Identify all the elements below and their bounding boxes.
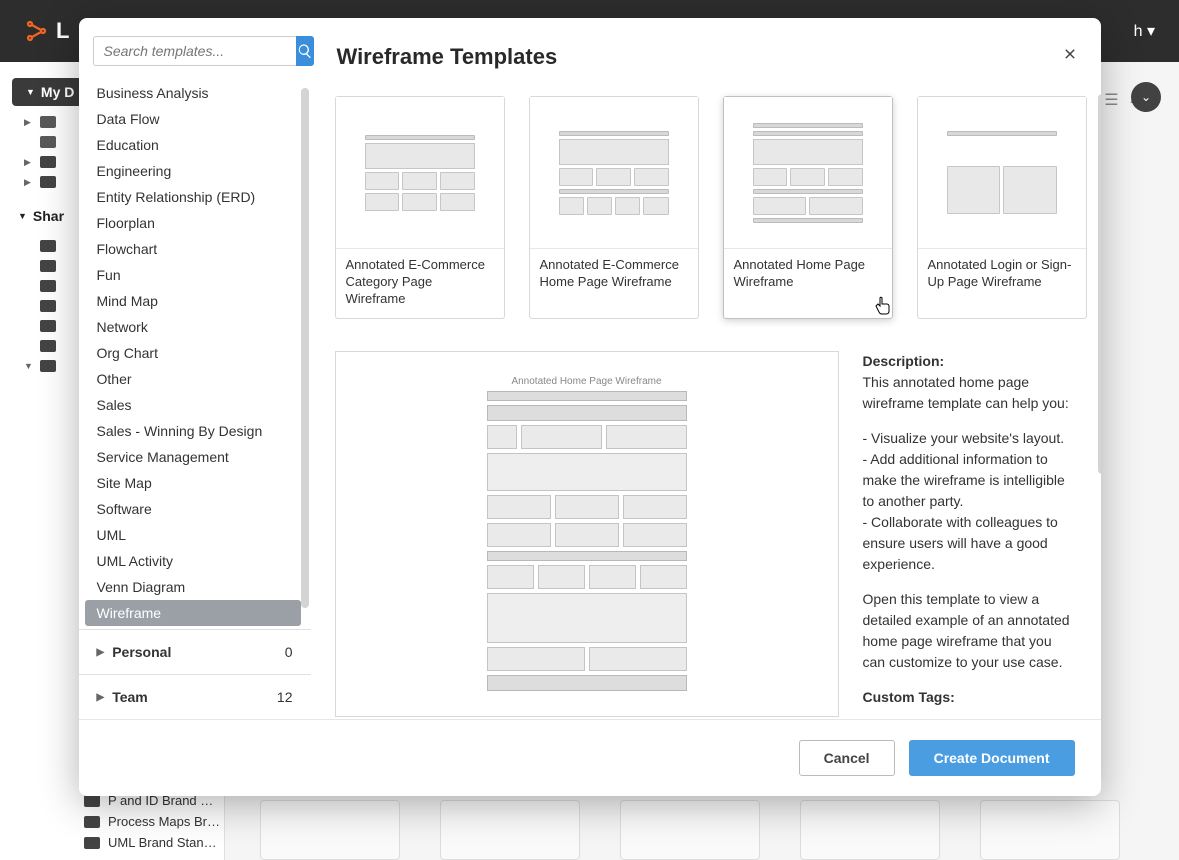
category-item[interactable]: Education [79,132,311,158]
category-item[interactable]: Venn Diagram [79,574,311,600]
create-document-button[interactable]: Create Document [909,740,1075,776]
modal-title: Wireframe Templates [337,44,558,70]
description-outro: Open this template to view a detailed ex… [863,589,1077,673]
description-intro: This annotated home page wireframe templ… [863,374,1069,411]
section-count: 12 [277,689,293,705]
modal-right-panel: Wireframe Templates Annotated E-Commerce… [311,18,1101,719]
modal-overlay: Business AnalysisData FlowEducationEngin… [0,0,1179,860]
template-thumbnail [724,97,892,249]
category-item[interactable]: UML Activity [79,548,311,574]
template-preview: Annotated Home Page Wireframe [335,351,839,717]
template-thumbnail [530,97,698,249]
category-item[interactable]: Data Flow [79,106,311,132]
custom-tags-label: Custom Tags: [863,689,955,705]
category-item[interactable]: iOS [79,626,311,629]
category-item[interactable]: Service Management [79,444,311,470]
section-label: Team [112,689,148,705]
category-item[interactable]: Engineering [79,158,311,184]
template-thumbnail [918,97,1086,249]
template-thumbnail [336,97,504,249]
template-name: Annotated E-Commerce Home Page Wireframe [530,249,698,301]
description-label: Description: [863,353,945,369]
template-card[interactable]: Annotated Login or Sign-Up Page Wirefram… [917,96,1087,319]
section-team[interactable]: ▶ Team 12 [79,674,311,719]
category-item[interactable]: Floorplan [79,210,311,236]
category-list: Business AnalysisData FlowEducationEngin… [79,80,311,629]
category-item[interactable]: Sales - Winning By Design [79,418,311,444]
wireframe-preview [487,391,687,691]
description-bullets: - Visualize your website's layout. - Add… [863,428,1077,575]
close-icon [1061,46,1079,64]
scrollbar[interactable] [1098,94,1101,474]
template-name: Annotated E-Commerce Category Page Wiref… [336,249,504,318]
template-name: Annotated Home Page Wireframe [724,249,892,301]
category-item[interactable]: Software [79,496,311,522]
cancel-button[interactable]: Cancel [799,740,895,776]
close-button[interactable] [1057,40,1083,74]
modal-footer: Cancel Create Document [79,719,1101,796]
category-item[interactable]: Other [79,366,311,392]
template-name: Annotated Login or Sign-Up Page Wirefram… [918,249,1086,301]
search-input[interactable] [93,36,296,66]
modal-left-panel: Business AnalysisData FlowEducationEngin… [79,18,311,719]
template-card[interactable]: Annotated Home Page Wireframe [723,96,893,319]
template-description: Description: This annotated home page wir… [863,351,1087,717]
category-item[interactable]: Flowchart [79,236,311,262]
category-item[interactable]: UML [79,522,311,548]
template-card[interactable]: Annotated E-Commerce Home Page Wireframe [529,96,699,319]
section-count: 0 [285,644,293,660]
template-card[interactable]: Annotated E-Commerce Category Page Wiref… [335,96,505,319]
category-item[interactable]: Business Analysis [79,80,311,106]
category-item[interactable]: Sales [79,392,311,418]
category-item[interactable]: Org Chart [79,340,311,366]
category-item[interactable]: Site Map [79,470,311,496]
section-label: Personal [112,644,171,660]
scrollbar[interactable] [301,88,309,608]
category-item[interactable]: Fun [79,262,311,288]
category-item[interactable]: Entity Relationship (ERD) [79,184,311,210]
template-modal: Business AnalysisData FlowEducationEngin… [79,18,1101,796]
category-item[interactable]: Wireframe [85,600,301,626]
category-item[interactable]: Network [79,314,311,340]
category-item[interactable]: Mind Map [79,288,311,314]
preview-caption: Annotated Home Page Wireframe [487,376,687,387]
section-personal[interactable]: ▶ Personal 0 [79,629,311,674]
